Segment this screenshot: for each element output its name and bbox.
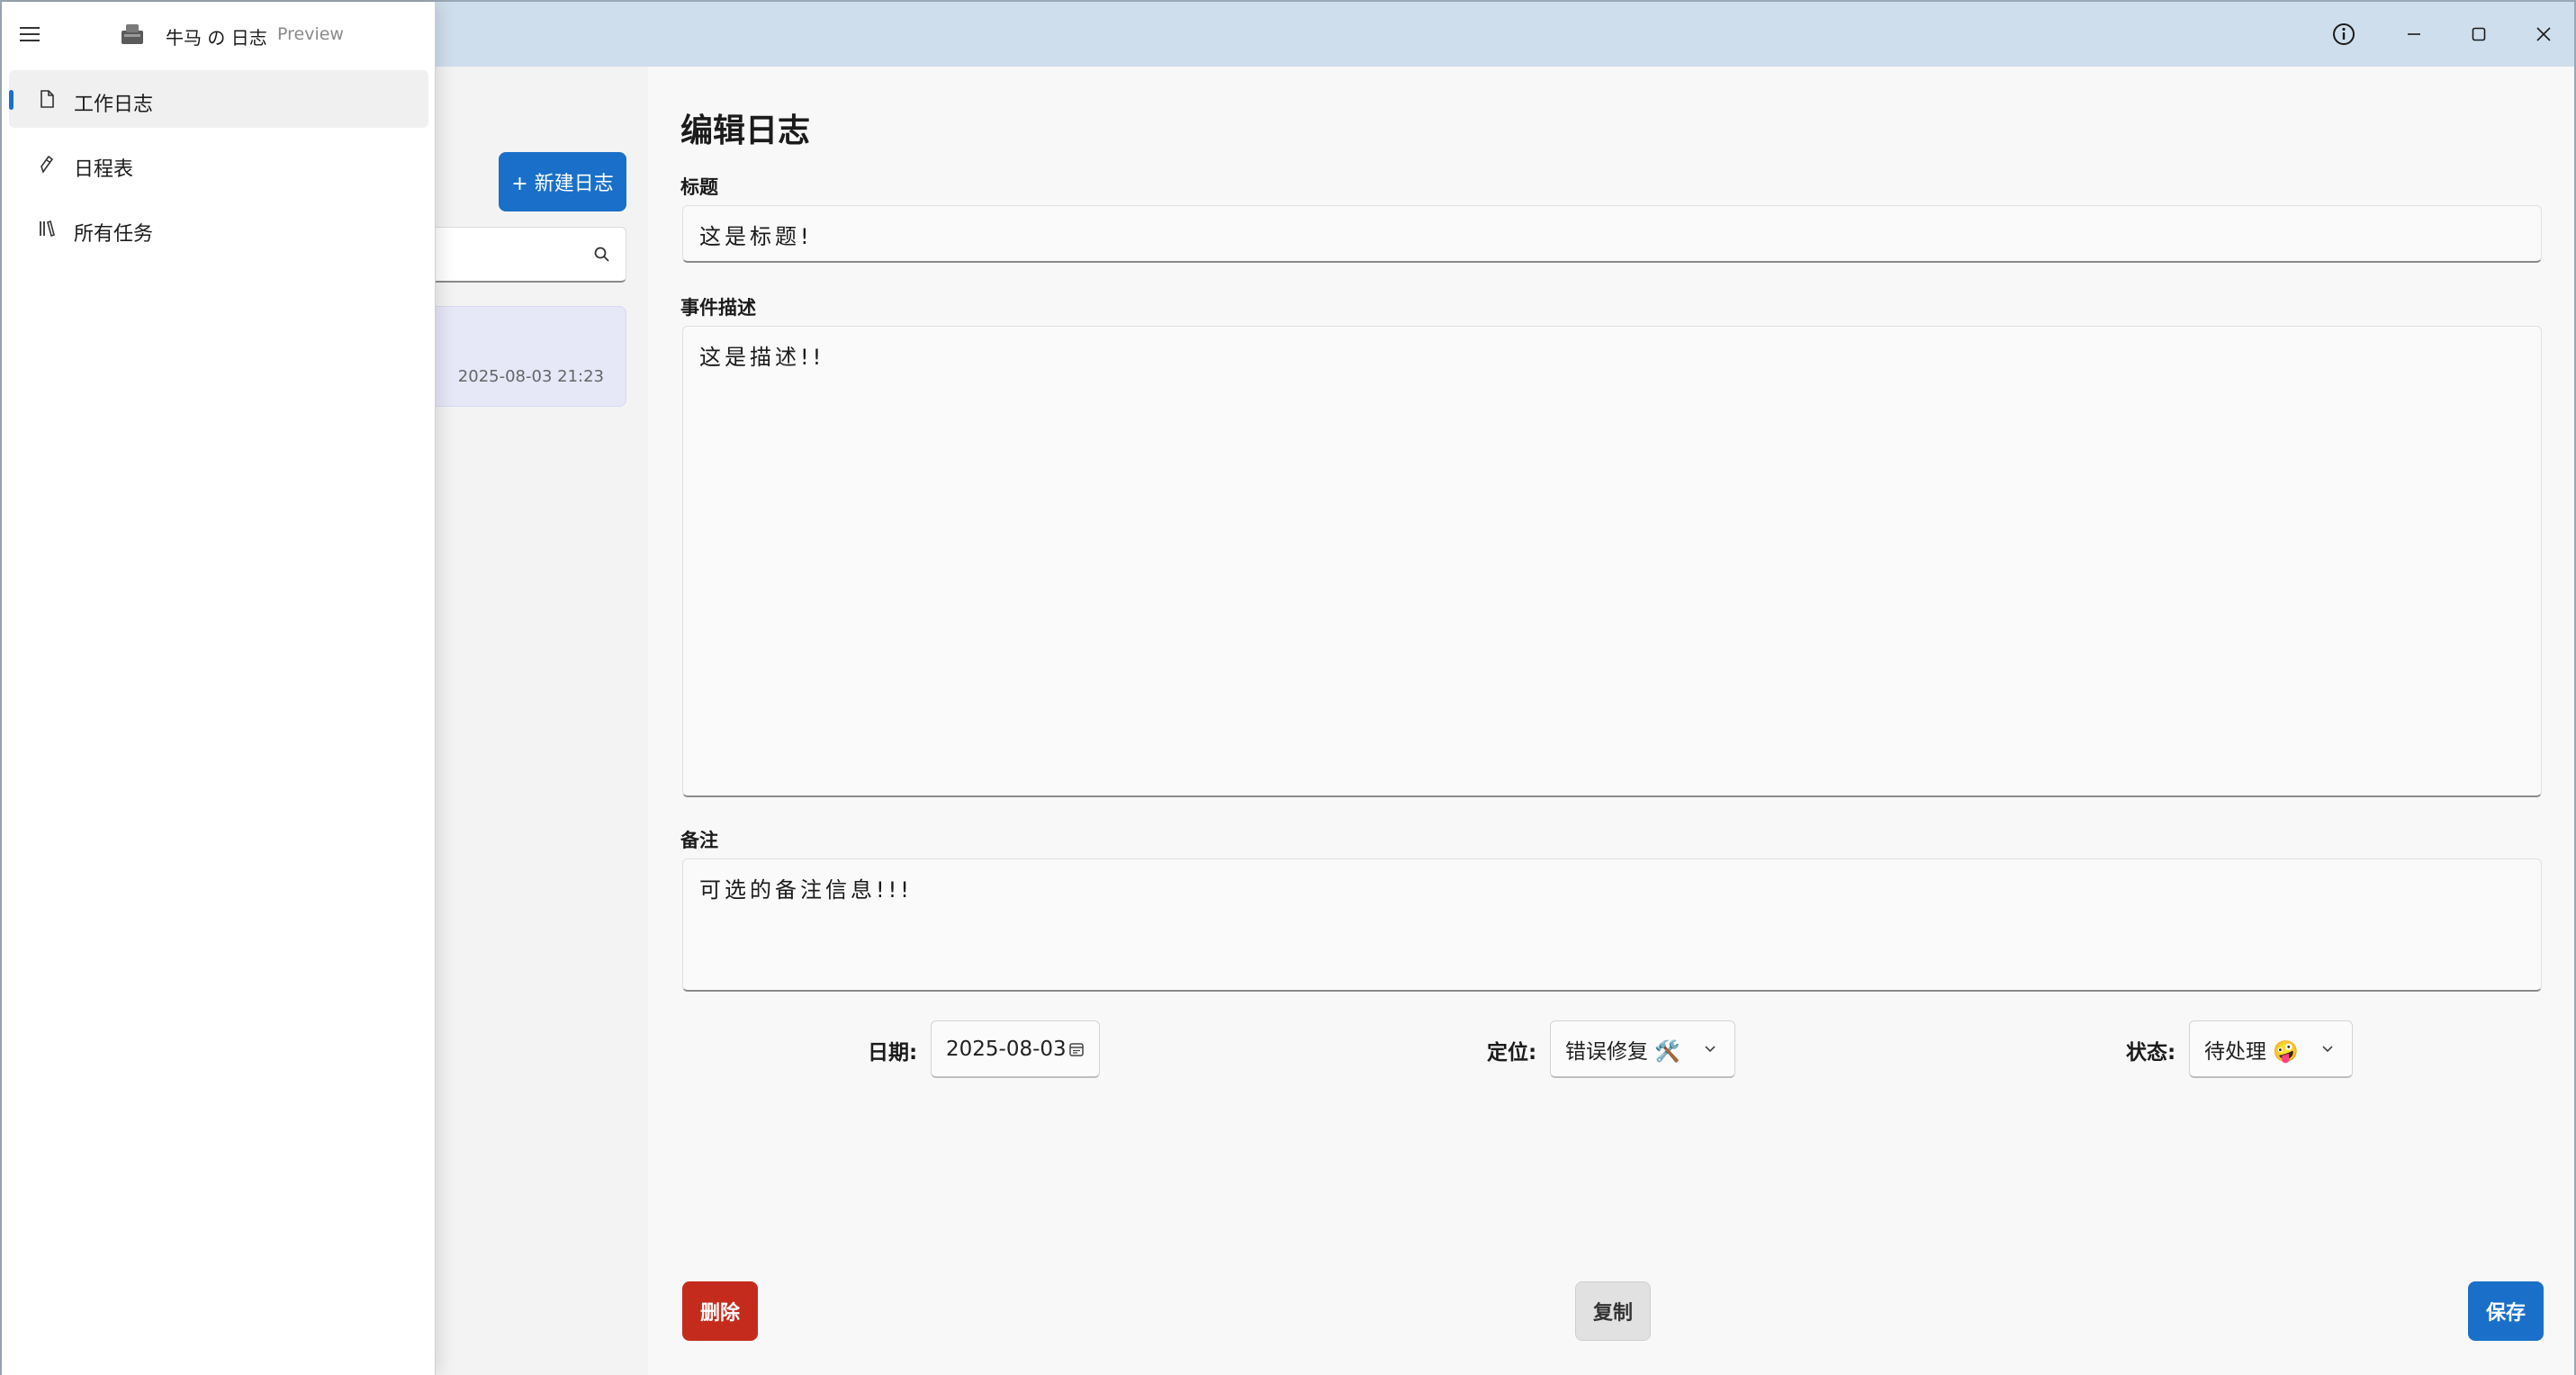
navigation-pane: 牛马 の 日志 Preview 工作日志 日程表 所有任务 xyxy=(2,2,436,1375)
copy-button[interactable]: 复制 xyxy=(1575,1281,1651,1341)
description-field-label: 事件描述 xyxy=(680,297,756,319)
search-input[interactable] xyxy=(416,227,626,283)
calendar-icon xyxy=(41,155,54,174)
status-label: 状态: xyxy=(2126,1041,2176,1065)
save-button[interactable]: 保存 xyxy=(2468,1281,2544,1341)
app-window: + 新建日志 2025-08-03 21:23 编辑日志 标题 这是标题! 事件… xyxy=(0,0,2576,1375)
document-icon xyxy=(41,90,54,108)
date-label: 日期: xyxy=(868,1041,918,1065)
nav-item-work-log[interactable]: 工作日志 xyxy=(9,70,428,128)
page-title: 编辑日志 xyxy=(680,112,811,149)
new-log-button[interactable]: + 新建日志 xyxy=(499,152,626,211)
date-value: 2025-08-03 xyxy=(946,1037,1067,1061)
entry-timestamp: 2025-08-03 21:23 xyxy=(457,367,604,386)
info-icon[interactable] xyxy=(2311,2,2376,67)
delete-button[interactable]: 删除 xyxy=(682,1281,758,1341)
category-label: 定位: xyxy=(1487,1041,1537,1065)
list-item[interactable]: 2025-08-03 21:23 xyxy=(416,306,626,407)
chevron-down-icon xyxy=(1705,1046,1716,1053)
minimize-button[interactable] xyxy=(2382,2,2446,67)
nav-item-all-tasks[interactable]: 所有任务 xyxy=(9,200,428,257)
status-value: 待处理 🤪 xyxy=(2204,1039,2299,1064)
hamburger-menu-icon[interactable] xyxy=(14,20,45,49)
selection-indicator xyxy=(9,90,14,110)
search-icon xyxy=(594,247,609,262)
app-preview-tag: Preview xyxy=(277,24,344,44)
app-name: 牛马 の 日志 xyxy=(166,27,267,49)
category-select[interactable]: 错误修复 🛠️ xyxy=(1550,1020,1735,1078)
chevron-down-icon xyxy=(2322,1046,2333,1053)
nav-item-label: 日程表 xyxy=(74,158,134,181)
description-textarea[interactable]: 这是描述!! xyxy=(682,326,2542,797)
editor-pane: 编辑日志 标题 这是标题! 事件描述 这是描述!! 备注 可选的备注信息!!! … xyxy=(648,67,2574,1375)
app-logo-icon xyxy=(122,24,143,44)
title-field-label: 标题 xyxy=(680,176,718,198)
close-button[interactable] xyxy=(2511,2,2576,67)
calendar-icon xyxy=(1069,1043,1084,1056)
library-icon xyxy=(40,220,55,238)
nav-item-label: 所有任务 xyxy=(74,223,154,246)
category-value: 错误修复 🛠️ xyxy=(1565,1039,1680,1064)
nav-header: 牛马 の 日志 Preview xyxy=(2,2,436,67)
notes-field-label: 备注 xyxy=(680,830,718,851)
nav-item-label: 工作日志 xyxy=(74,94,154,116)
date-picker[interactable]: 2025-08-03 xyxy=(931,1020,1100,1078)
nav-item-schedule[interactable]: 日程表 xyxy=(9,135,428,193)
notes-textarea[interactable]: 可选的备注信息!!! xyxy=(682,858,2542,992)
maximize-button[interactable] xyxy=(2446,2,2511,67)
title-input[interactable]: 这是标题! xyxy=(682,205,2542,263)
status-select[interactable]: 待处理 🤪 xyxy=(2189,1020,2353,1078)
